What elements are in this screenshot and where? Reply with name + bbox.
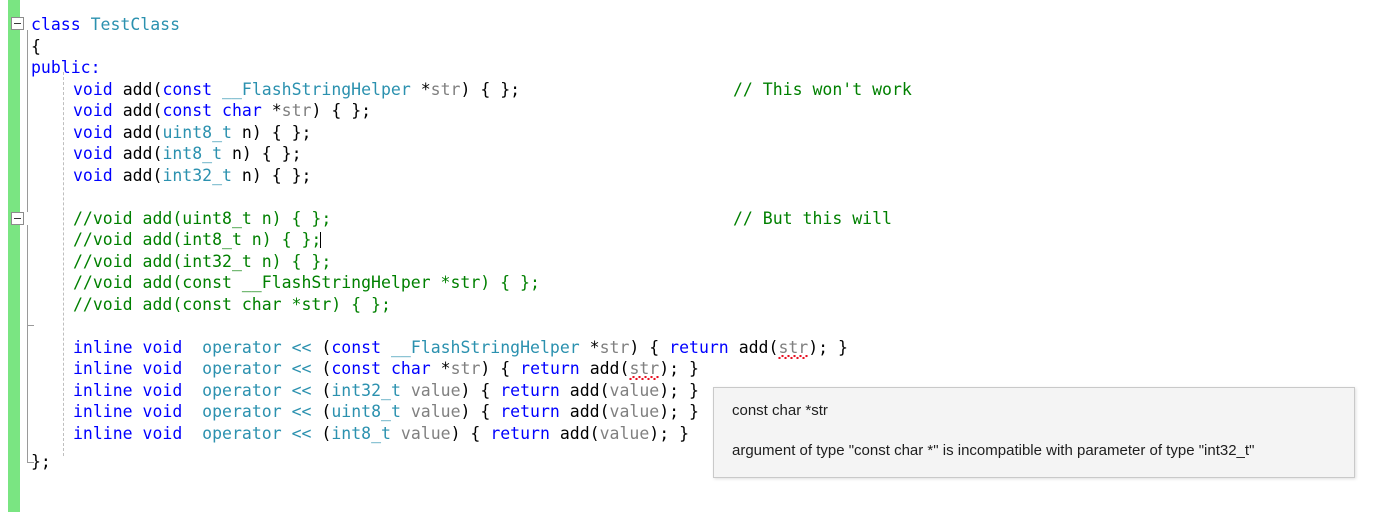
code-line[interactable]: void add(const __FlashStringHelper *str)… bbox=[73, 79, 520, 101]
tooltip-message: argument of type "const char *" is incom… bbox=[732, 442, 1255, 459]
token-parameter: n bbox=[241, 165, 252, 185]
token-keyword: inline bbox=[73, 423, 133, 443]
token-type: uint8_t bbox=[162, 122, 232, 142]
token-parameter: str bbox=[450, 359, 481, 378]
token-type: uint8_t bbox=[331, 402, 401, 421]
token-keyword: void bbox=[73, 144, 113, 163]
token-function: add bbox=[738, 337, 769, 357]
token-parameter: value bbox=[400, 423, 451, 443]
token-function: add bbox=[569, 380, 600, 400]
token-keyword: class bbox=[31, 15, 81, 34]
code-line[interactable]: void add(const char *str) { }; bbox=[73, 100, 371, 122]
text-caret bbox=[320, 232, 322, 248]
inline-comment[interactable]: // This won't work bbox=[733, 79, 912, 101]
code-line[interactable]: inline void operator << (int32_t value) … bbox=[73, 380, 699, 402]
token-keyword: return bbox=[500, 402, 560, 421]
token-keyword: void bbox=[73, 79, 113, 99]
token-keyword: void bbox=[142, 423, 183, 443]
token-parameter: value bbox=[609, 402, 660, 421]
token-keyword: public: bbox=[31, 58, 101, 77]
token-function: add bbox=[122, 144, 153, 163]
token-parameter: value bbox=[599, 423, 650, 443]
token-parameter-error: str bbox=[629, 359, 660, 378]
token-keyword: void bbox=[142, 337, 183, 357]
token-function: add bbox=[122, 165, 153, 185]
token-function: add bbox=[122, 79, 153, 99]
token-shift: << bbox=[291, 380, 312, 400]
code-line[interactable]: public: bbox=[31, 57, 101, 79]
token-keyword: const bbox=[162, 79, 213, 99]
token-parameter: str bbox=[599, 337, 630, 357]
token-function: add bbox=[589, 359, 620, 378]
token-parameter: n bbox=[241, 122, 252, 142]
token-keyword: const bbox=[331, 359, 382, 378]
token-keyword: void bbox=[142, 402, 183, 421]
token-keyword: char bbox=[222, 101, 262, 120]
token-operator-keyword: operator bbox=[202, 402, 282, 421]
code-line[interactable]: void add(uint8_t n) { }; bbox=[73, 122, 311, 144]
token-function: add bbox=[559, 423, 590, 443]
token-type: TestClass bbox=[90, 15, 181, 34]
token-function: add bbox=[569, 402, 600, 421]
code-editor-surface[interactable]: class TestClass { public: void add(const… bbox=[0, 0, 1376, 512]
code-line[interactable]: //void add(int8_t n) { }; bbox=[73, 229, 322, 251]
token-operator-keyword: operator bbox=[202, 359, 282, 378]
token-type: int8_t bbox=[162, 144, 223, 163]
token-keyword: char bbox=[390, 359, 431, 378]
token-keyword: return bbox=[500, 380, 560, 400]
token-keyword: void bbox=[142, 359, 183, 378]
token-function: add bbox=[122, 122, 153, 142]
token-keyword: const bbox=[331, 337, 382, 357]
token-parameter: str bbox=[281, 101, 312, 120]
token-operator-keyword: operator bbox=[202, 380, 282, 400]
code-line[interactable]: inline void operator << (uint8_t value) … bbox=[73, 401, 699, 423]
code-line[interactable]: { bbox=[31, 36, 41, 58]
error-tooltip: const char *str argument of type "const … bbox=[713, 387, 1355, 478]
code-line[interactable]: inline void operator << (int8_t value) {… bbox=[73, 423, 689, 445]
token-keyword: void bbox=[73, 165, 113, 185]
token-shift: << bbox=[291, 402, 312, 421]
token-keyword: inline bbox=[73, 359, 133, 378]
code-line[interactable]: //void add(const __FlashStringHelper *st… bbox=[73, 272, 540, 294]
code-line[interactable]: inline void operator << (const __FlashSt… bbox=[73, 337, 848, 359]
code-line[interactable]: }; bbox=[31, 451, 51, 473]
token-keyword: void bbox=[73, 101, 113, 120]
token-keyword: void bbox=[142, 380, 183, 400]
token-type: int32_t bbox=[331, 380, 401, 400]
token-keyword: inline bbox=[73, 380, 133, 400]
token-shift: << bbox=[291, 423, 312, 443]
token-type: int32_t bbox=[162, 165, 232, 185]
code-line[interactable]: //void add(const char *str) { }; bbox=[73, 294, 391, 316]
inline-comment[interactable]: // But this will bbox=[733, 208, 892, 230]
code-line[interactable]: void add(int32_t n) { }; bbox=[73, 165, 311, 187]
tooltip-signature: const char *str bbox=[732, 402, 828, 419]
token-type: __FlashStringHelper bbox=[222, 79, 411, 99]
code-line[interactable]: //void add(uint8_t n) { }; bbox=[73, 208, 331, 230]
token-keyword: inline bbox=[73, 402, 133, 421]
token-operator-keyword: operator bbox=[202, 337, 282, 357]
token-parameter: value bbox=[410, 380, 461, 400]
token-keyword: return bbox=[669, 337, 729, 357]
code-line[interactable]: class TestClass bbox=[31, 14, 180, 36]
token-parameter: str bbox=[430, 79, 461, 99]
token-operator-keyword: operator bbox=[202, 423, 282, 443]
token-type: __FlashStringHelper bbox=[390, 337, 580, 357]
token-shift: << bbox=[291, 337, 312, 357]
code-line[interactable]: //void add(int32_t n) { }; bbox=[73, 251, 331, 273]
token-keyword: const bbox=[162, 101, 213, 120]
token-parameter: value bbox=[410, 402, 461, 421]
code-line[interactable]: void add(int8_t n) { }; bbox=[73, 143, 302, 165]
token-keyword: inline bbox=[73, 337, 133, 357]
token-parameter: value bbox=[609, 380, 660, 400]
token-type: int8_t bbox=[331, 423, 391, 443]
token-shift: << bbox=[291, 359, 312, 378]
token-keyword: void bbox=[73, 122, 113, 142]
token-parameter-error: str bbox=[778, 337, 809, 357]
code-line[interactable]: inline void operator << (const char *str… bbox=[73, 358, 699, 380]
token-function: add bbox=[122, 101, 153, 120]
token-keyword: return bbox=[490, 423, 550, 443]
token-parameter: n bbox=[231, 144, 242, 163]
comment-text: //void add(int8_t n) { }; bbox=[73, 230, 322, 249]
token-keyword: return bbox=[520, 359, 580, 378]
